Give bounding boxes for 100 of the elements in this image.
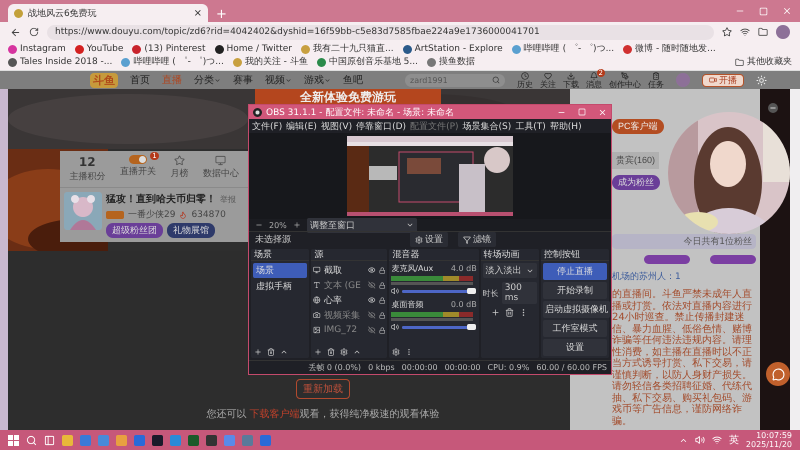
status-text: 00:00:00 <box>402 363 438 372</box>
source-item[interactable]: 心率 <box>313 293 386 307</box>
chat-tab[interactable]: 贵宾(160) <box>612 152 660 169</box>
bookmark[interactable]: 微博 - 随时随地发... <box>623 43 716 55</box>
bookmark[interactable]: Home / Twitter <box>214 43 292 55</box>
app-icon[interactable] <box>188 434 199 446</box>
lock-icon <box>378 266 386 274</box>
bookmark[interactable]: 哔哩哔哩 ( ゜- ゜)つ... <box>512 43 614 55</box>
add-icon <box>254 348 262 356</box>
header-action[interactable]: 历史 <box>517 72 533 88</box>
control-button[interactable]: 启动虚拟摄像机 <box>542 301 610 318</box>
scene-item[interactable]: 虚拟手柄 <box>253 279 308 294</box>
volume-slider[interactable] <box>402 326 476 328</box>
app-icon[interactable] <box>152 434 163 446</box>
header-action[interactable]: 创作中心 <box>609 72 641 88</box>
bell-icon <box>590 72 598 80</box>
video-icon <box>709 76 717 84</box>
nav-item[interactable]: 赛事 <box>233 73 253 87</box>
control-button[interactable]: 设置 <box>542 339 607 356</box>
nav-item[interactable]: 视频 <box>265 73 292 87</box>
join-fans-button[interactable]: 成为粉丝 <box>612 175 660 190</box>
bookmark[interactable]: 中国原创音乐基地 5... <box>316 56 418 68</box>
text-icon <box>313 281 321 289</box>
image-icon <box>313 326 321 334</box>
control-button[interactable]: 开始录制 <box>542 282 607 299</box>
clipboard-icon <box>652 72 660 80</box>
app-icon[interactable] <box>116 434 127 446</box>
lock-icon <box>378 282 386 288</box>
nav-item[interactable]: 游戏 <box>304 73 331 87</box>
app-icon[interactable] <box>62 434 73 446</box>
clock[interactable]: 10:07:59 2025/11/20 <box>746 431 792 449</box>
close-icon <box>782 6 792 16</box>
trash-icon <box>505 308 514 317</box>
scrollbar[interactable] <box>790 89 800 430</box>
browser-tab[interactable]: 战地风云6免费玩 × <box>8 4 208 22</box>
tab-close-button[interactable]: × <box>194 8 202 18</box>
bookmark[interactable]: ArtStation - Explore <box>402 43 503 55</box>
dock-title: 源 <box>314 248 324 261</box>
control-button[interactable]: 工作室模式 <box>542 320 607 337</box>
bookmark[interactable]: 哔哩哔哩 ( ゜- ゜)つ... <box>121 56 224 68</box>
download-icon <box>567 72 575 80</box>
start-icon[interactable] <box>8 434 19 446</box>
audio-level-reading: 4.0 dB <box>450 264 477 273</box>
bookmark[interactable]: 摸鱼数据 <box>426 56 475 68</box>
bookmark[interactable]: (13) Pinterest <box>132 43 206 55</box>
search-icon <box>492 76 500 84</box>
volume-icon <box>391 287 400 295</box>
back-icon <box>10 26 21 38</box>
bookmark[interactable]: 我的关注 - 斗鱼 <box>232 56 308 68</box>
url-field[interactable]: https://www.douyu.com/topic/zd6?rid=4042402&dyshid=16f59bb-c5e83d7585fbae224a9e1736000041701 <box>47 24 714 40</box>
status-text: 60.00 / 60.00 FPS <box>536 363 607 372</box>
client-button[interactable]: PC客户端 <box>612 119 664 134</box>
source-item[interactable]: 文本 (GE <box>313 278 386 292</box>
other-bookmarks[interactable]: 其他收藏夹 <box>735 56 792 68</box>
globe-icon <box>313 296 321 304</box>
bookmark[interactable]: Instagram <box>8 43 66 55</box>
trash-icon <box>267 348 275 356</box>
settings-icon <box>340 348 348 356</box>
profile-avatar[interactable] <box>776 25 790 39</box>
volume-slider[interactable] <box>402 290 476 292</box>
duration-label: 时长 <box>482 288 499 298</box>
source-item[interactable]: 截取 <box>313 263 386 277</box>
header-action[interactable]: 任务 <box>648 72 664 88</box>
nav-item[interactable]: 首页 <box>130 73 150 87</box>
network-icon <box>712 435 722 445</box>
lock-icon <box>378 312 386 318</box>
header-action[interactable]: 关注 <box>540 72 556 88</box>
status-text: 00:00:00 <box>444 363 481 372</box>
nav-item[interactable]: 分类 <box>194 73 221 87</box>
download-hint: 您还可以 下载客户端观看，获得纯净极速的观看体验 <box>206 408 440 421</box>
lock-icon <box>378 326 386 334</box>
scene-item[interactable]: 场景 <box>253 263 308 278</box>
source-item[interactable]: IMG_72 <box>313 323 386 337</box>
monitor-icon <box>313 266 321 274</box>
maximize-icon <box>578 108 586 116</box>
chat-message: 机场的苏州人：1 <box>612 270 682 283</box>
live-button[interactable]: 开播 <box>702 74 744 86</box>
notice-text: 的直播间。斗鱼严禁未成年人直播或打赏。依法对直播内容进行24小时巡查。禁止传播封建迷信、暴力血腥、低俗色情、赌博诈骗等任何违法违规内容。请理性消费，如主播在直播时以不正当方式诱导打赏、私下交易，请谨慎判断，以防人身财产损失。请勿轻信各类招聘征婚、代练代抽、私下交易、购买礼包码、游戏币等广告信息，谨防网络诈骗。 <box>612 289 753 427</box>
nav-item[interactable]: 鱼吧 <box>343 73 363 87</box>
dock-title: 控制按钮 <box>544 248 580 261</box>
bookmark[interactable]: YouTube <box>74 43 124 55</box>
ime-indicator[interactable]: 英 <box>728 433 739 447</box>
task-view-icon[interactable] <box>44 434 55 446</box>
duration-field[interactable]: 300 ms <box>502 282 537 304</box>
star-icon <box>722 27 732 37</box>
search-icon[interactable] <box>26 434 37 446</box>
dock-title: 场景 <box>254 248 272 261</box>
bookmark[interactable]: 我有二十九只猫直... <box>301 43 394 55</box>
transition-select[interactable]: 淡入淡出 <box>482 263 537 278</box>
bookmark[interactable]: Tales Inside 2018 -... <box>8 56 112 68</box>
audio-channel-name: 麦克风/Aux <box>391 263 434 274</box>
volume-icon <box>391 323 400 331</box>
header-action[interactable]: 下载 <box>563 72 579 88</box>
dock-title: 转场动画 <box>484 248 520 261</box>
fans-today-text: 今日共有1位粉丝 <box>683 236 752 248</box>
source-item[interactable]: 视频采集 <box>313 308 386 322</box>
fan-badge <box>644 255 690 264</box>
control-button[interactable]: 停止直播 <box>542 263 607 280</box>
app-icon[interactable] <box>206 434 217 446</box>
settings-icon <box>392 348 400 356</box>
